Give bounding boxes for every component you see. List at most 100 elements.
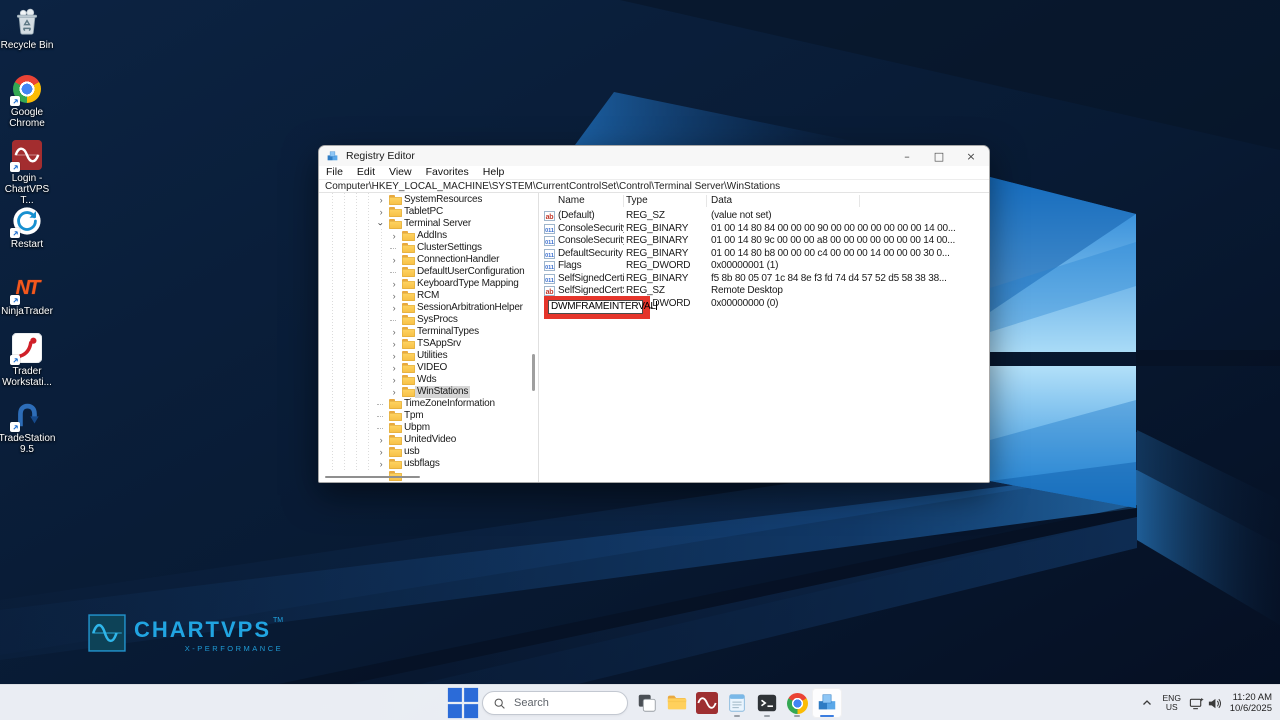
expand-chevron-icon[interactable]: › [389, 302, 399, 314]
tree-item-defaultuserconfiguration[interactable]: DefaultUserConfiguration [319, 266, 538, 278]
tree-item-keyboardtype-mapping[interactable]: ›KeyboardType Mapping [319, 278, 538, 290]
expand-chevron-icon[interactable]: › [389, 326, 399, 338]
taskbar-registry-editor-icon[interactable] [812, 688, 842, 718]
desktop-icon-ninjatrader[interactable]: NTNinjaTrader [0, 272, 54, 317]
taskbar-file-explorer-icon[interactable] [662, 688, 692, 718]
tree-item-utilities[interactable]: ›Utilities [319, 350, 538, 362]
tree-item-terminal-server[interactable]: ›Terminal Server [319, 218, 538, 230]
desktop-icon-restart[interactable]: Restart [0, 205, 54, 250]
tree-item-rcm[interactable]: ›RCM [319, 290, 538, 302]
expand-chevron-icon[interactable]: › [376, 434, 386, 446]
folder-icon [402, 243, 415, 253]
desktop-icon-login-chartvps[interactable]: Login -ChartVPS T... [0, 139, 54, 206]
collapse-chevron-icon[interactable]: › [375, 219, 387, 229]
clock[interactable]: 11:20 AM 10/6/2025 [1230, 692, 1272, 714]
tree-item-tpm[interactable]: Tpm [319, 410, 538, 422]
expand-chevron-icon[interactable]: › [389, 386, 399, 398]
expand-chevron-icon[interactable]: › [389, 362, 399, 374]
taskbar-notepad-icon[interactable] [722, 688, 752, 718]
desktop-icon-recycle-bin[interactable]: Recycle Bin [0, 6, 54, 51]
registry-app-icon [326, 150, 339, 163]
network-icon[interactable] [1188, 696, 1206, 711]
menu-favorites[interactable]: Favorites [419, 166, 476, 179]
folder-icon [402, 351, 415, 361]
column-header-type[interactable]: Type [626, 193, 648, 209]
desktop-icon-google-chrome[interactable]: GoogleChrome [0, 73, 54, 129]
expand-chevron-icon[interactable]: › [376, 194, 386, 206]
expand-chevron-icon[interactable]: › [389, 338, 399, 350]
folder-icon [402, 315, 415, 325]
reg-binary-icon: 011 [544, 236, 555, 246]
value-row-selfsignedcertifi-[interactable]: 011SelfSignedCertifi...REG_BINARYf5 8b 8… [541, 273, 989, 286]
taskbar-chrome-icon[interactable] [782, 688, 812, 718]
tree-vertical-scrollbar[interactable] [532, 354, 535, 391]
expand-chevron-icon[interactable]: › [389, 374, 399, 386]
tree-item-winstations[interactable]: ›WinStations [319, 386, 538, 398]
registry-tree-pane[interactable]: ›SystemResources›TabletPC›Terminal Serve… [319, 193, 538, 482]
menu-view[interactable]: View [382, 166, 419, 179]
language-indicator[interactable]: ENG US [1159, 694, 1185, 712]
tree-item-ubpm[interactable]: Ubpm [319, 422, 538, 434]
expand-chevron-icon[interactable]: › [389, 290, 399, 302]
tree-item-usb[interactable]: ›usb [319, 446, 538, 458]
maximize-button[interactable]: □ [923, 146, 955, 166]
desktop-icon-tradestation[interactable]: TradeStation9.5 [0, 399, 54, 455]
minimize-button[interactable]: – [891, 146, 923, 166]
volume-icon[interactable] [1206, 696, 1224, 711]
tree-item-unitedvideo[interactable]: ›UnitedVideo [319, 434, 538, 446]
close-button[interactable]: × [955, 146, 987, 166]
desktop-icon-label: GoogleChrome [9, 107, 45, 129]
brand-tagline: X-PERFORMANCE [134, 644, 283, 653]
expand-chevron-icon[interactable]: › [389, 278, 399, 290]
menu-file[interactable]: File [319, 166, 350, 179]
expand-chevron-icon[interactable]: › [389, 350, 399, 362]
address-bar[interactable]: Computer\HKEY_LOCAL_MACHINE\SYSTEM\Curre… [319, 179, 989, 193]
column-header-name[interactable]: Name [558, 193, 585, 209]
tree-item-wds[interactable]: ›Wds [319, 374, 538, 386]
registry-editor-window: Registry Editor – □ × FileEditViewFavori… [318, 145, 990, 483]
start-button[interactable] [446, 688, 480, 718]
taskbar-task-view-icon[interactable] [632, 688, 662, 718]
reg-sz-icon: ab [544, 211, 555, 221]
tree-item-usbflags[interactable]: ›usbflags [319, 458, 538, 470]
taskbar-chartvps-icon[interactable] [692, 688, 722, 718]
window-titlebar[interactable]: Registry Editor – □ × [319, 146, 989, 166]
desktop-icon-label: Recycle Bin [1, 40, 54, 51]
tree-item-connectionhandler[interactable]: ›ConnectionHandler [319, 254, 538, 266]
tree-item-clustersettings[interactable]: ClusterSettings [319, 242, 538, 254]
tree-item-video[interactable]: ›VIDEO [319, 362, 538, 374]
tree-item-systemresources[interactable]: ›SystemResources [319, 194, 538, 206]
value-row-defaultsecurity[interactable]: 011DefaultSecurityREG_BINARY01 00 14 80 … [541, 248, 989, 261]
tree-item-addins[interactable]: ›AddIns [319, 230, 538, 242]
expand-chevron-icon[interactable]: › [389, 230, 399, 242]
tree-item-sessionarbitrationhelper[interactable]: ›SessionArbitrationHelper [319, 302, 538, 314]
value-row-consolesecurity[interactable]: 011ConsoleSecurityREG_BINARY01 00 14 80 … [541, 223, 989, 236]
expand-chevron-icon[interactable]: › [389, 254, 399, 266]
expand-chevron-icon[interactable]: › [376, 458, 386, 470]
tree-item-sysprocs[interactable]: SysProcs [319, 314, 538, 326]
desktop-icon-trader-workstation[interactable]: TraderWorkstati... [0, 332, 54, 388]
pane-divider[interactable] [538, 193, 539, 482]
registry-values-pane[interactable]: Name Type Data ab(Default)REG_SZ(value not… [541, 193, 989, 482]
expand-chevron-icon[interactable]: › [376, 446, 386, 458]
value-row-consolesecurity-[interactable]: 011ConsoleSecurity...REG_BINARY01 00 14 … [541, 235, 989, 248]
tree-item-tabletpc[interactable]: ›TabletPC [319, 206, 538, 218]
menu-help[interactable]: Help [476, 166, 512, 179]
value-rename-input[interactable]: DWMFRAMEINTERVAL [548, 300, 643, 314]
tree-item-tsappsrv[interactable]: ›TSAppSrv [319, 338, 538, 350]
hidden-icons-chevron[interactable] [1138, 697, 1156, 709]
tradestation-icon [11, 399, 43, 431]
tree-item-timezoneinformation[interactable]: TimeZoneInformation [319, 398, 538, 410]
menu-edit[interactable]: Edit [350, 166, 382, 179]
value-type: REG_BINARY [626, 223, 706, 236]
search-box[interactable]: Search [482, 691, 628, 715]
value-row-flags[interactable]: 011FlagsREG_DWORD0x00000001 (1) [541, 260, 989, 273]
expand-chevron-icon[interactable]: › [376, 206, 386, 218]
reg-binary-icon: 011 [544, 274, 555, 284]
tree-horizontal-scrollbar[interactable] [325, 476, 420, 478]
chartvps-brand-logo: CHARTVPS TM X-PERFORMANCE [88, 614, 283, 657]
taskbar-terminal-icon[interactable] [752, 688, 782, 718]
column-header-data[interactable]: Data [711, 193, 732, 209]
value-row--default-[interactable]: ab(Default)REG_SZ(value not set) [541, 210, 989, 223]
tree-item-terminaltypes[interactable]: ›TerminalTypes [319, 326, 538, 338]
